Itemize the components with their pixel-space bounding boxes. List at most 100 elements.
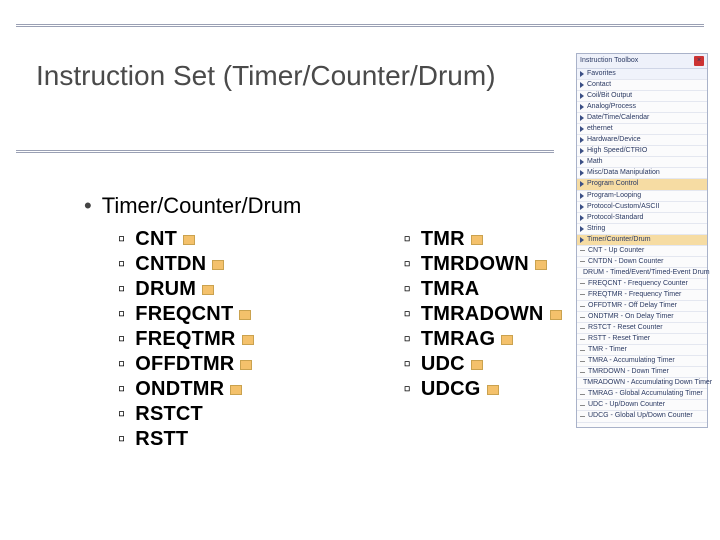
instruction-chip-icon [550,310,562,320]
panel-item-label: CNT - Up Counter [588,247,644,255]
expand-icon [580,104,584,110]
panel-item-label: UDCG - Global Up/Down Counter [588,412,693,420]
panel-group[interactable]: High Speed/CTRIO [577,146,707,157]
instruction-toolbox-panel: Instruction Toolbox × Favorites ContactCo… [576,53,708,428]
panel-title: Instruction Toolbox [580,57,638,65]
panel-group-label: Coil/Bit Output [587,92,632,100]
bullet-icon [580,250,585,251]
instruction-item: TMRDOWN [404,252,562,277]
panel-group-label: Misc/Data Manipulation [587,169,660,177]
expand-icon [580,215,584,221]
panel-group[interactable]: Date/Time/Calendar [577,113,707,124]
panel-item[interactable]: CNT - Up Counter [577,246,707,257]
panel-item[interactable]: UDCG - Global Up/Down Counter [577,411,707,422]
panel-item[interactable]: DRUM - Timed/Event/Timed-Event Drum [577,268,707,279]
panel-item[interactable]: FREQTMR - Frequency Timer [577,290,707,301]
panel-group[interactable]: Hardware/Device [577,135,707,146]
panel-item-label: TMRAG - Global Accumulating Timer [588,390,703,398]
panel-item[interactable]: RSTT - Reset Timer [577,334,707,345]
panel-group[interactable]: Program Control [577,179,707,190]
expand-icon [580,204,584,210]
panel-item[interactable]: FREQCNT - Frequency Counter [577,279,707,290]
panel-item-label: RSTT - Reset Timer [588,335,650,343]
panel-item-label: DRUM - Timed/Event/Timed-Event Drum [583,269,710,277]
panel-group[interactable]: Favorites [577,69,707,80]
panel-item[interactable]: RSTCT - Reset Counter [577,323,707,334]
expand-icon [580,237,584,243]
panel-item[interactable]: TMRDOWN - Down Timer [577,367,707,378]
panel-item-label: TMRDOWN - Down Timer [588,368,669,376]
bullet-icon [580,261,585,262]
instruction-item: FREQCNT [118,302,254,327]
panel-item[interactable]: ONDTMR - On Delay Timer [577,312,707,323]
bullet-icon [580,294,585,295]
instruction-item: FREQTMR [118,327,254,352]
panel-group[interactable]: Coil/Bit Output [577,91,707,102]
panel-item-label: TMRA - Accumulating Timer [588,357,675,365]
instruction-chip-icon [501,335,513,345]
expand-icon [580,181,584,187]
panel-item[interactable]: OFFDTMR - Off Delay Timer [577,301,707,312]
instruction-item: UDCG [404,377,562,402]
instruction-list-left: CNTCNTDNDRUMFREQCNTFREQTMROFFDTMRONDTMRR… [118,227,254,452]
panel-group[interactable]: Protocol-Custom/ASCII [577,202,707,213]
expand-icon [580,148,584,154]
instruction-list-right: TMRTMRDOWNTMRATMRADOWNTMRAGUDCUDCG [404,227,562,452]
expand-icon [580,137,584,143]
decorative-rule-under-title [16,150,554,153]
instruction-item: TMRAG [404,327,562,352]
close-icon[interactable]: × [694,56,704,66]
bullet-icon [580,416,585,417]
instruction-item: DRUM [118,277,254,302]
instruction-chip-icon [239,310,251,320]
panel-group[interactable]: Contact [577,80,707,91]
panel-item-label: RSTCT - Reset Counter [588,324,663,332]
instruction-item: UDC [404,352,562,377]
instruction-item: OFFDTMR [118,352,254,377]
instruction-item: ONDTMR [118,377,254,402]
bullet-icon [580,372,585,373]
instruction-item: TMR [404,227,562,252]
panel-group[interactable]: Analog/Process [577,102,707,113]
panel-group-label: String [587,225,605,233]
panel-item[interactable]: CNTDN - Down Counter [577,257,707,268]
panel-item[interactable]: TMR - Timer [577,345,707,356]
panel-group-label: Favorites [587,70,616,78]
panel-group-label: Protocol-Custom/ASCII [587,203,659,211]
panel-group-list: Favorites ContactCoil/Bit Output Analog/Pr… [577,69,707,246]
panel-item-label: FREQCNT - Frequency Counter [588,280,688,288]
instruction-chip-icon [535,260,547,270]
expand-icon [580,193,584,199]
panel-item[interactable]: TMRADOWN - Accumulating Down Timer [577,378,707,389]
panel-item-list: CNT - Up Counter CNTDN - Down Counter DRUM… [577,246,707,423]
instruction-chip-icon [487,385,499,395]
panel-group-label: Program-Looping [587,192,641,200]
panel-item-label: FREQTMR - Frequency Timer [588,291,681,299]
panel-group[interactable]: Misc/Data Manipulation [577,168,707,179]
panel-group[interactable]: Math [577,157,707,168]
panel-group[interactable]: Timer/Counter/Drum [577,235,707,246]
instruction-item: RSTCT [118,402,254,427]
instruction-chip-icon [212,260,224,270]
panel-item[interactable]: TMRA - Accumulating Timer [577,356,707,367]
panel-item[interactable]: UDC - Up/Down Counter [577,400,707,411]
expand-icon [580,93,584,99]
bullet-icon [580,328,585,329]
panel-item[interactable]: TMRAG - Global Accumulating Timer [577,389,707,400]
panel-group[interactable]: Protocol-Standard [577,213,707,224]
bullet-icon [580,306,585,307]
bullet-icon [580,394,585,395]
instruction-chip-icon [240,360,252,370]
instruction-chip-icon [202,285,214,295]
expand-icon [580,126,584,132]
panel-group[interactable]: String [577,224,707,235]
panel-group-label: Timer/Counter/Drum [587,236,651,244]
panel-group[interactable]: ethernet [577,124,707,135]
slide: Instruction Set (Timer/Counter/Drum) Tim… [0,0,720,540]
instruction-item: TMRADOWN [404,302,562,327]
panel-item-label: TMRADOWN - Accumulating Down Timer [583,379,712,387]
decorative-rule-top [16,24,704,27]
panel-item-label: CNTDN - Down Counter [588,258,663,266]
panel-group[interactable]: Program-Looping [577,191,707,202]
panel-titlebar: Instruction Toolbox × [577,54,707,69]
